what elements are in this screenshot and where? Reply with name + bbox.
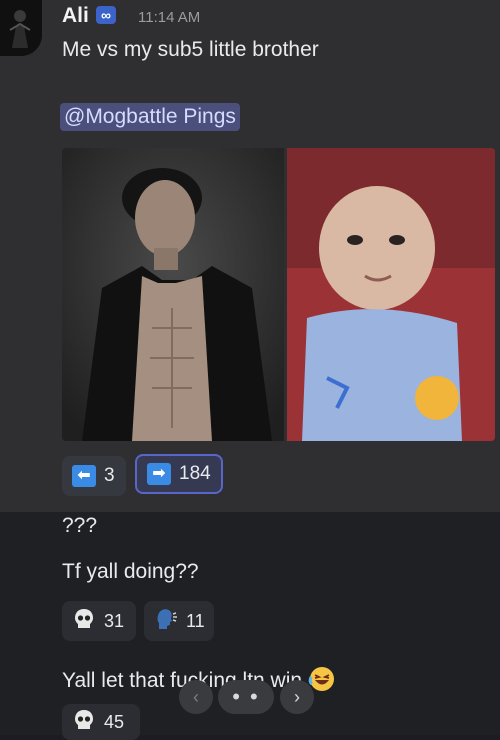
- message-text: Me vs my sub5 little brother: [62, 38, 319, 61]
- reaction-count: 11: [186, 610, 205, 631]
- vote-count: 184: [179, 463, 211, 484]
- reaction-speaking-head[interactable]: 11: [144, 601, 214, 641]
- speaking-head-icon: [154, 607, 178, 636]
- arrow-right-icon: ➡: [147, 463, 171, 485]
- role-mention[interactable]: @Mogbattle Pings: [60, 103, 240, 131]
- message-container: Ali ∞ 11:14 AM Me vs my sub5 little brot…: [0, 0, 500, 512]
- vote-button-left[interactable]: ⬅ 3: [62, 456, 126, 496]
- attachment-image-baby[interactable]: [287, 148, 495, 441]
- skull-icon: [72, 708, 96, 737]
- message-text: Tf yall doing??: [62, 560, 199, 583]
- avatar[interactable]: [0, 0, 42, 56]
- reaction-count: 31: [104, 610, 125, 631]
- attachment-image-man[interactable]: [62, 148, 284, 441]
- role-badge-icon: ∞: [96, 6, 116, 24]
- next-button[interactable]: ›: [280, 680, 314, 714]
- author-name[interactable]: Ali: [62, 4, 89, 28]
- reaction-count: 45: [104, 711, 125, 732]
- vote-button-right[interactable]: ➡ 184: [135, 454, 223, 494]
- arrow-left-icon: ⬅: [72, 465, 96, 487]
- message-text: ???: [62, 514, 98, 537]
- reaction-skull[interactable]: 31: [62, 601, 136, 641]
- more-options-button[interactable]: • •: [218, 680, 274, 714]
- skull-icon: [72, 607, 96, 636]
- timestamp: 11:14 AM: [138, 9, 201, 26]
- vote-count: 3: [104, 465, 115, 486]
- previous-button[interactable]: ‹: [179, 680, 213, 714]
